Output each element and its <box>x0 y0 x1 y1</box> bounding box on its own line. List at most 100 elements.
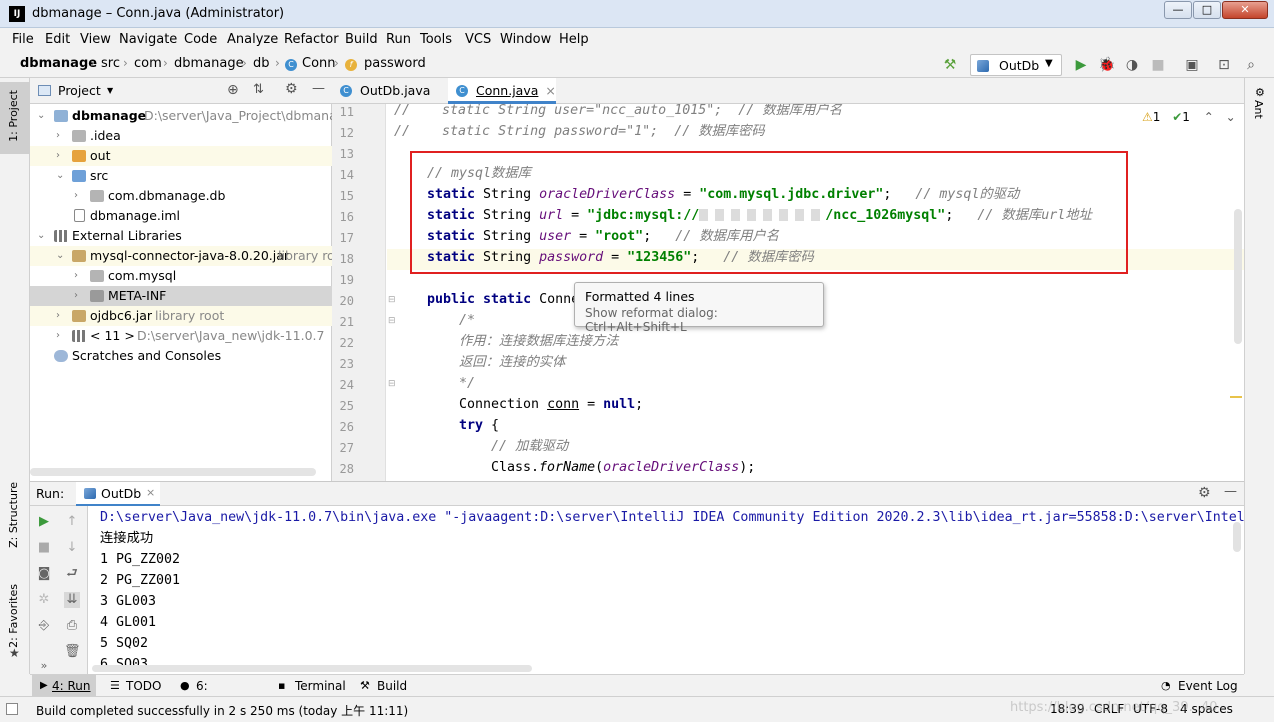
tree-item-package-db[interactable]: › com.dbmanage.db <box>30 186 332 206</box>
menu-file[interactable]: File <box>12 32 34 47</box>
search-icon[interactable]: ⌕ <box>1243 57 1259 73</box>
chevron-down-icon[interactable]: ⌄ <box>56 166 66 186</box>
chevron-down-icon[interactable]: ⌄ <box>56 246 66 266</box>
settings-icon[interactable]: ✲ <box>36 592 52 608</box>
close-icon[interactable]: × <box>545 83 555 98</box>
tree-item-out[interactable]: › out <box>30 146 332 166</box>
fold-icon[interactable]: ⊟ <box>388 379 396 389</box>
run-icon[interactable]: ▶ <box>1073 57 1089 73</box>
tree-item-com-mysql[interactable]: › com.mysql <box>30 266 332 286</box>
tab-outdb-java[interactable]: C OutDb.java <box>332 78 446 104</box>
tree-item-iml[interactable]: dbmanage.iml <box>30 206 332 226</box>
chevron-down-icon[interactable]: ⌄ <box>37 106 47 126</box>
fold-icon[interactable]: ⊟ <box>388 316 396 326</box>
rerun-icon[interactable]: ▶ <box>36 514 52 530</box>
close-button[interactable]: ✕ <box>1222 1 1268 19</box>
hide-panel-icon[interactable]: — <box>312 81 325 96</box>
tab-conn-java[interactable]: C Conn.java × <box>448 78 556 104</box>
tree-item-idea[interactable]: › .idea <box>30 126 332 146</box>
scroll-to-end-icon[interactable]: ⇊ <box>64 592 80 608</box>
tool-tab-build[interactable]: ⚒ Build <box>357 675 413 697</box>
gear-icon[interactable]: ⚙ <box>1198 485 1211 501</box>
breadcrumb-dbmanage[interactable]: dbmanage <box>174 56 244 71</box>
tree-item-scratches[interactable]: Scratches and Consoles <box>30 346 332 366</box>
menu-run[interactable]: Run <box>386 32 411 47</box>
menu-analyze[interactable]: Analyze <box>227 32 278 47</box>
tree-item-meta-inf[interactable]: › META-INF <box>30 286 332 306</box>
breadcrumb-project[interactable]: dbmanage <box>20 56 97 71</box>
stop-icon[interactable]: ■ <box>36 540 52 556</box>
tool-tab-problems[interactable]: ●6: Problems <box>176 675 266 715</box>
horizontal-scrollbar[interactable] <box>30 468 316 476</box>
trash-icon[interactable]: 🗑 <box>64 644 81 660</box>
chevron-right-icon[interactable]: › <box>74 266 84 286</box>
chevron-right-icon[interactable]: › <box>74 286 84 306</box>
chevron-right-icon[interactable]: › <box>74 186 84 206</box>
inspection-widget[interactable]: ⚠1 ✔1 ⌃ ⌄ <box>1142 110 1236 124</box>
status-message[interactable]: Build completed successfully in 2 s 250 … <box>36 702 408 719</box>
menu-refactor[interactable]: Refactor <box>284 32 339 47</box>
chevron-right-icon[interactable]: › <box>56 306 66 326</box>
camera-icon[interactable]: ◙ <box>36 566 52 582</box>
chevron-up-icon[interactable]: ⌃ <box>1204 110 1214 124</box>
warning-stripe-marker[interactable] <box>1230 396 1242 398</box>
arrow-down-icon[interactable]: ↓ <box>64 540 80 556</box>
menu-navigate[interactable]: Navigate <box>119 32 177 47</box>
chevron-right-icon[interactable]: › <box>56 326 66 346</box>
tool-tab-terminal[interactable]: ▪ Terminal <box>275 675 346 697</box>
run-configuration-select[interactable]: OutDb ▼ <box>970 54 1062 76</box>
breadcrumb-password[interactable]: password <box>364 56 426 71</box>
print-icon[interactable]: ⎙ <box>64 618 80 634</box>
chevron-right-icon[interactable]: › <box>56 126 66 146</box>
tool-tab-todo[interactable]: ☰ TODO <box>106 675 170 697</box>
tool-tab-favorites[interactable]: 2: Favorites ★ <box>0 578 30 668</box>
stop-icon[interactable]: ■ <box>1150 57 1166 73</box>
debug-icon[interactable]: 🐞 <box>1098 57 1115 73</box>
breadcrumb-com[interactable]: com <box>134 56 162 71</box>
gear-icon[interactable]: ⚙ <box>285 81 298 97</box>
vertical-scrollbar[interactable] <box>1234 209 1242 344</box>
presentation-icon[interactable]: ⊡ <box>1216 57 1232 73</box>
tree-item-ojdbc6[interactable]: › ojdbc6.jar library root <box>30 306 332 326</box>
fold-icon[interactable]: ⊟ <box>388 295 396 305</box>
menu-vcs[interactable]: VCS <box>465 32 491 47</box>
chevron-down-icon[interactable]: ⌄ <box>37 226 47 246</box>
tree-item-external-libraries[interactable]: ⌄ External Libraries <box>30 226 332 246</box>
menu-code[interactable]: Code <box>184 32 217 47</box>
run-tab-outdb[interactable]: OutDb × <box>76 482 160 506</box>
maximize-button[interactable]: □ <box>1193 1 1221 19</box>
close-icon[interactable]: × <box>146 486 155 499</box>
breadcrumb-db[interactable]: db <box>253 56 270 71</box>
collapse-all-icon[interactable]: ⇅ <box>253 82 264 97</box>
tool-tab-run[interactable]: ▶ 4: Run <box>32 675 96 697</box>
menu-tools[interactable]: Tools <box>420 32 452 47</box>
tool-tab-ant[interactable]: ⚙ Ant <box>1245 82 1274 128</box>
tree-item-jdk[interactable]: › < 11 > D:\server\Java_new\jdk-11.0.7 <box>30 326 332 346</box>
tool-tab-project[interactable]: 1: Project <box>0 82 30 154</box>
breadcrumb-src[interactable]: src <box>101 56 120 71</box>
menu-build[interactable]: Build <box>345 32 378 47</box>
locate-icon[interactable]: ⊕ <box>227 82 239 98</box>
tool-windows-icon[interactable] <box>6 703 18 715</box>
vertical-scrollbar[interactable] <box>1233 522 1241 552</box>
menu-edit[interactable]: Edit <box>45 32 70 47</box>
menu-window[interactable]: Window <box>500 32 551 47</box>
soft-wrap-icon[interactable]: ⮐ <box>64 566 80 582</box>
coverage-icon[interactable]: ◑ <box>1124 57 1140 73</box>
chevron-down-icon[interactable]: ⌄ <box>1226 110 1236 124</box>
tool-tab-structure[interactable]: Z: Structure <box>0 476 30 560</box>
more-icon[interactable]: » <box>36 658 52 674</box>
build-hammer-icon[interactable]: ⚒ <box>942 57 958 73</box>
menu-view[interactable]: View <box>80 32 111 47</box>
project-structure-icon[interactable]: ▣ <box>1184 57 1200 73</box>
tree-item-dbmanage[interactable]: ⌄ dbmanage D:\server\Java_Project\dbmana… <box>30 106 332 126</box>
project-view-label[interactable]: Project <box>58 83 101 98</box>
chevron-down-icon[interactable]: ▼ <box>107 86 113 95</box>
menu-help[interactable]: Help <box>559 32 589 47</box>
tree-item-mysql-connector[interactable]: ⌄ mysql-connector-java-8.0.20.jar librar… <box>30 246 332 266</box>
chevron-right-icon[interactable]: › <box>56 146 66 166</box>
tree-item-src[interactable]: ⌄ src <box>30 166 332 186</box>
exit-icon[interactable]: ⎆ <box>36 618 52 634</box>
horizontal-scrollbar[interactable] <box>92 665 532 672</box>
tool-tab-event-log[interactable]: ◔ Event Log <box>1158 675 1244 697</box>
